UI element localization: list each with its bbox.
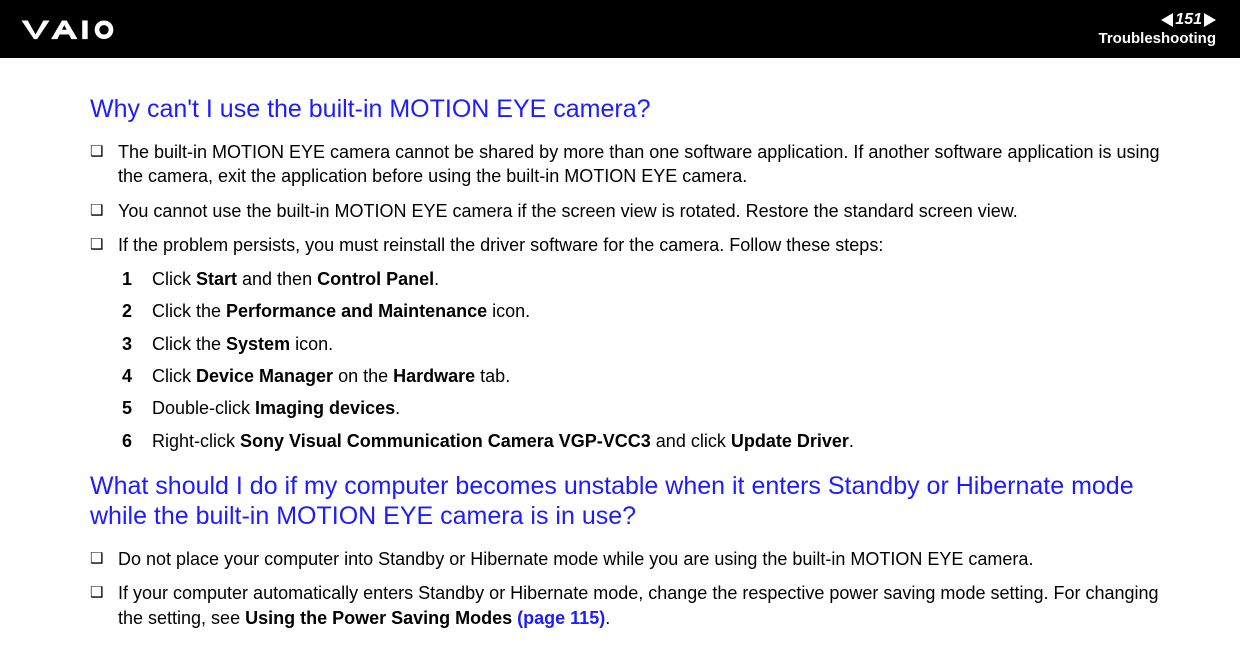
bullet-icon: ❑ (90, 140, 118, 162)
step-text: Click the System icon. (152, 332, 1184, 356)
bullet-icon: ❑ (90, 581, 118, 603)
step-item: 1 Click Start and then Control Panel. (122, 267, 1184, 291)
step-text: Double-click Imaging devices. (152, 396, 1184, 420)
bullet-icon: ❑ (90, 199, 118, 221)
list-item: ❑ If the problem persists, you must rein… (90, 233, 1184, 257)
page-content: Why can't I use the built-in MOTION EYE … (0, 58, 1240, 660)
step-number: 5 (122, 396, 152, 420)
step-item: 6 Right-click Sony Visual Communication … (122, 429, 1184, 453)
step-number: 3 (122, 332, 152, 356)
list-item: ❑ If your computer automatically enters … (90, 581, 1184, 630)
prev-page-icon[interactable] (1161, 13, 1173, 27)
bullet-icon: ❑ (90, 233, 118, 255)
header-right: 151 Troubleshooting (1099, 11, 1217, 47)
bullet-text: You cannot use the built-in MOTION EYE c… (118, 199, 1184, 223)
step-text: Click Start and then Control Panel. (152, 267, 1184, 291)
bullet-text: If your computer automatically enters St… (118, 581, 1184, 630)
section-label: Troubleshooting (1099, 31, 1217, 48)
step-text: Click Device Manager on the Hardware tab… (152, 364, 1184, 388)
list-item: ❑ The built-in MOTION EYE camera cannot … (90, 140, 1184, 189)
step-number: 6 (122, 429, 152, 453)
next-page-icon[interactable] (1204, 13, 1216, 27)
numbered-steps: 1 Click Start and then Control Panel. 2 … (122, 267, 1184, 453)
bullet-text: The built-in MOTION EYE camera cannot be… (118, 140, 1184, 189)
step-text: Click the Performance and Maintenance ic… (152, 299, 1184, 323)
heading-2: What should I do if my computer becomes … (90, 471, 1184, 531)
vaio-logo (20, 17, 160, 41)
bullet-icon: ❑ (90, 547, 118, 569)
step-number: 2 (122, 299, 152, 323)
step-item: 5 Double-click Imaging devices. (122, 396, 1184, 420)
step-item: 4 Click Device Manager on the Hardware t… (122, 364, 1184, 388)
page-number: 151 (1175, 11, 1202, 29)
list-item: ❑ Do not place your computer into Standb… (90, 547, 1184, 571)
step-number: 4 (122, 364, 152, 388)
heading-1: Why can't I use the built-in MOTION EYE … (90, 94, 1184, 124)
step-item: 3 Click the System icon. (122, 332, 1184, 356)
page-link[interactable]: (page 115) (517, 608, 605, 628)
step-item: 2 Click the Performance and Maintenance … (122, 299, 1184, 323)
step-number: 1 (122, 267, 152, 291)
bullet-list-2: ❑ Do not place your computer into Standb… (90, 547, 1184, 630)
bullet-text: Do not place your computer into Standby … (118, 547, 1184, 571)
step-text: Right-click Sony Visual Communication Ca… (152, 429, 1184, 453)
bullet-list-1: ❑ The built-in MOTION EYE camera cannot … (90, 140, 1184, 257)
bullet-text: If the problem persists, you must reinst… (118, 233, 1184, 257)
list-item: ❑ You cannot use the built-in MOTION EYE… (90, 199, 1184, 223)
header-bar: 151 Troubleshooting (0, 0, 1240, 58)
page-navigation: 151 (1099, 11, 1217, 29)
